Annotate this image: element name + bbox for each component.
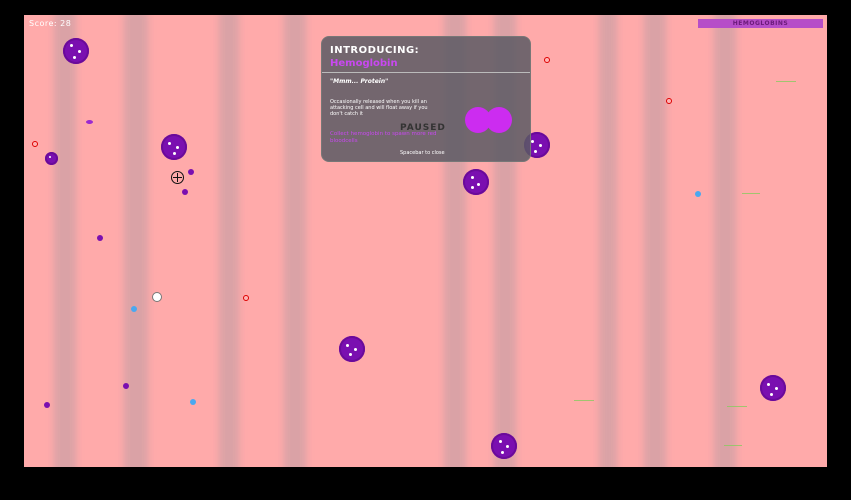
popup-description: Occasionally released when you kill an a… — [330, 99, 428, 117]
virus-spore — [188, 169, 194, 175]
virus-spore — [182, 189, 188, 195]
red-blood-cell — [666, 98, 672, 104]
vein — [714, 15, 736, 467]
virus-cell — [45, 152, 58, 165]
vein — [124, 15, 148, 467]
virus-cell — [463, 169, 489, 195]
vein — [644, 15, 666, 467]
red-blood-cell — [544, 57, 550, 63]
health-indicator — [776, 81, 796, 82]
virus-spore — [123, 383, 129, 389]
oxygen-pellet — [695, 191, 701, 197]
health-indicator — [574, 400, 594, 401]
virus-cell — [63, 38, 89, 64]
virus-spore — [97, 235, 103, 241]
vein — [54, 15, 76, 467]
hemoglobin-icon — [486, 107, 512, 133]
virus-cell — [161, 134, 187, 160]
divider — [322, 72, 530, 73]
crosshair-icon — [171, 171, 184, 184]
virus-spore — [86, 120, 93, 124]
popup-heading: INTRODUCING: — [330, 45, 420, 56]
health-indicator — [742, 193, 760, 194]
virus-spore — [44, 402, 50, 408]
health-indicator — [724, 445, 742, 446]
virus-cell — [760, 375, 786, 401]
red-blood-cell — [243, 295, 249, 301]
oxygen-pellet — [131, 306, 137, 312]
popup-item-name: Hemoglobin — [330, 58, 398, 69]
oxygen-pellet — [190, 399, 196, 405]
intro-popup: INTRODUCING: Hemoglobin "Mmm... Protein"… — [321, 36, 531, 162]
virus-cell — [339, 336, 365, 362]
popup-quote: "Mmm... Protein" — [330, 78, 389, 85]
popup-collect-hint: Collect hemoglobin to spawn more red blo… — [330, 131, 437, 144]
hemoglobin-meter: HEMOGLOBINS — [698, 19, 823, 28]
game-canvas[interactable]: Score: 28 HEMOGLOBINS INTRODUCING: Hemog… — [24, 15, 827, 467]
close-hint[interactable]: Spacebar to close — [400, 150, 445, 156]
health-indicator — [727, 406, 747, 407]
vein — [219, 15, 239, 467]
red-blood-cell — [32, 141, 38, 147]
score-display: Score: 28 — [29, 19, 72, 28]
virus-cell — [491, 433, 517, 459]
vein — [599, 15, 617, 467]
player-white-cell — [152, 292, 162, 302]
vein — [284, 15, 306, 467]
